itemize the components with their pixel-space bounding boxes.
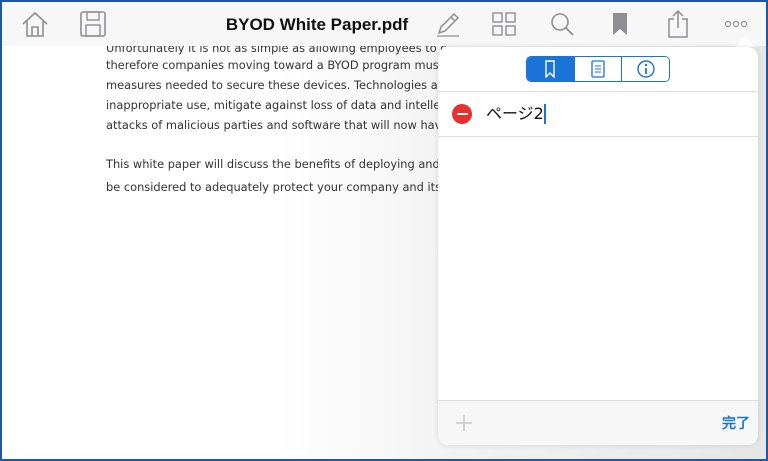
info-tab[interactable] [621, 57, 669, 81]
more-icon [724, 20, 748, 28]
app-window: BYOD White Paper.pdf Unfortunately it is… [0, 0, 768, 461]
popover-footer: 完了 [438, 400, 758, 445]
document-line: Unfortunately it is not as simple as all… [106, 46, 446, 55]
home-button[interactable] [18, 8, 52, 40]
annotate-button[interactable] [431, 8, 465, 40]
done-button[interactable]: 完了 [722, 413, 750, 433]
home-icon [22, 11, 48, 37]
bookmark-name-input[interactable] [486, 101, 736, 127]
document-line: be considered to adequately protect your… [106, 180, 446, 194]
delete-bookmark-button[interactable] [452, 104, 472, 124]
document-line: attacks of malicious parties and softwar… [106, 118, 446, 132]
bookmarks-tab[interactable] [527, 57, 574, 81]
save-icon [80, 11, 106, 37]
add-bookmark-button[interactable] [452, 411, 476, 435]
share-icon [668, 9, 688, 38]
more-button[interactable] [719, 8, 753, 40]
bookmark-icon [613, 13, 627, 35]
minus-icon [456, 113, 468, 115]
document-line: measures needed to secure these devices.… [106, 78, 446, 92]
outline-icon [591, 60, 605, 78]
plus-icon [456, 415, 472, 431]
grid-icon [492, 12, 516, 36]
save-button[interactable] [76, 8, 110, 40]
document-title: BYOD White Paper.pdf [225, 15, 409, 34]
info-icon [636, 60, 655, 78]
separator [438, 136, 758, 137]
pencil-icon [437, 12, 460, 37]
document-line: therefore companies moving toward a BYOD… [106, 58, 446, 72]
toolbar: BYOD White Paper.pdf [2, 2, 766, 46]
bookmark-row [438, 92, 758, 136]
bookmark-button[interactable] [603, 8, 637, 40]
bookmark-outline-icon [545, 60, 556, 78]
share-button[interactable] [661, 8, 695, 40]
document-line: inappropriate use, mitigate against loss… [106, 98, 446, 112]
outline-tab[interactable] [573, 57, 622, 81]
bookmarks-popover: 完了 [438, 47, 758, 445]
text-caret [544, 104, 546, 124]
search-icon [551, 13, 574, 36]
view-segmented-control [526, 56, 670, 82]
thumbnails-button[interactable] [487, 8, 521, 40]
document-text: Unfortunately it is not as simple as all… [106, 46, 446, 206]
search-button[interactable] [545, 8, 579, 40]
popover-arrow [735, 37, 755, 47]
document-line: This white paper will discuss the benefi… [106, 157, 446, 171]
